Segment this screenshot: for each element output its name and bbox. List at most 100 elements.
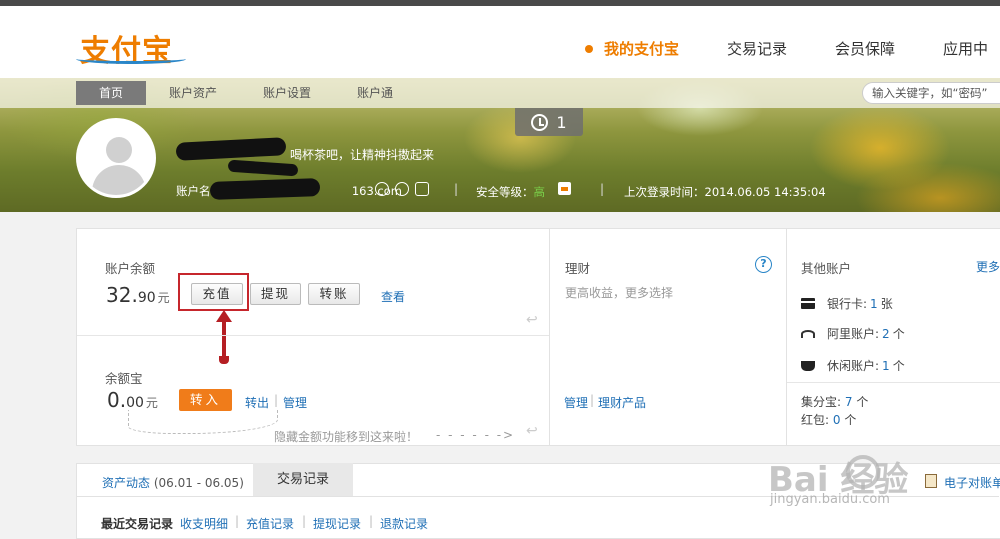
subnav-account-link[interactable]: 账户通 bbox=[348, 81, 402, 105]
ali-account-icon bbox=[801, 329, 815, 338]
jifenbao-row[interactable]: 集分宝: 7 个 bbox=[801, 393, 868, 410]
balance-unit: 元 bbox=[157, 291, 170, 305]
leisure-account-row[interactable]: 休闲账户: 1 个 bbox=[801, 357, 905, 374]
baidu-paw-icon bbox=[846, 455, 880, 489]
transfer-out-link[interactable]: 转出 bbox=[245, 394, 269, 411]
view-link[interactable]: 查看 bbox=[381, 288, 405, 305]
sub-nav: 首页 账户资产 账户设置 账户通 输入关键字，如“密码” bbox=[0, 78, 1000, 108]
bank-card-icon bbox=[801, 298, 815, 309]
nav-member-protection[interactable]: 会员保障 bbox=[835, 38, 895, 59]
redaction-scribble bbox=[227, 159, 299, 177]
date-range: (06.01 - 06.05) bbox=[153, 476, 244, 490]
yuebao-title: 余额宝 bbox=[105, 371, 143, 386]
alipay-logo[interactable]: 支付宝 bbox=[76, 24, 188, 69]
wealth-title: 理财 bbox=[565, 261, 591, 276]
arrow-shaft bbox=[222, 318, 226, 360]
divider: | bbox=[274, 393, 279, 407]
tab-asset-dynamics[interactable]: 资产动态 (06.01 - 06.05) bbox=[102, 474, 244, 491]
bank-count: 1 bbox=[870, 296, 878, 311]
security-shield-icon[interactable] bbox=[558, 182, 571, 195]
divider: | bbox=[369, 514, 374, 528]
transfer-in-button[interactable]: 转入 bbox=[179, 389, 232, 411]
yuebao-int: 0. bbox=[107, 388, 127, 412]
greeting-text: 喝杯茶吧，让精神抖擞起来 bbox=[290, 148, 435, 162]
jifen-count: 7 bbox=[844, 395, 853, 409]
transfer-button[interactable]: 转账 bbox=[308, 283, 360, 305]
search-input[interactable]: 输入关键字，如“密码” bbox=[862, 82, 1000, 104]
nav-label: 我的支付宝 bbox=[604, 40, 680, 58]
return-icon[interactable]: ↩ bbox=[526, 312, 538, 328]
leisure-label: 休闲账户: bbox=[827, 359, 880, 373]
active-dot-icon bbox=[585, 44, 593, 53]
help-icon[interactable]: ? bbox=[755, 256, 772, 273]
panel-divider bbox=[77, 335, 549, 336]
phone-icon[interactable] bbox=[415, 182, 429, 196]
withdraw-button[interactable]: 提现 bbox=[250, 283, 301, 305]
ali-unit: 个 bbox=[892, 327, 905, 341]
certificate-icon[interactable] bbox=[395, 182, 409, 196]
avatar[interactable] bbox=[76, 118, 156, 198]
hongbao-row[interactable]: 红包: 0 个 bbox=[801, 411, 856, 428]
balance-decimal: 90 bbox=[137, 290, 156, 306]
last-login-time: 2014.06.05 14:35:04 bbox=[704, 185, 826, 199]
nav-my-alipay[interactable]: 我的支付宝 bbox=[585, 38, 679, 59]
hide-amount-hint: 隐藏金额功能移到这来啦！ bbox=[274, 430, 419, 444]
identity-icon[interactable] bbox=[375, 182, 389, 196]
yuebao-manage-link[interactable]: 管理 bbox=[283, 394, 307, 411]
divider: | bbox=[454, 182, 459, 196]
account-name-row: 账户名 163.com bbox=[176, 183, 402, 199]
panel-divider bbox=[787, 382, 1000, 383]
main-nav: 我的支付宝 交易记录 会员保障 应用中 bbox=[585, 38, 1000, 59]
highlight-box bbox=[178, 273, 249, 311]
bank-unit: 张 bbox=[880, 297, 893, 311]
avatar-body bbox=[92, 165, 146, 195]
yuebao-unit: 元 bbox=[145, 396, 158, 410]
avatar-head bbox=[106, 137, 132, 163]
balance-int: 32. bbox=[106, 283, 138, 307]
reminder-count: 1 bbox=[556, 112, 567, 132]
leisure-count: 1 bbox=[882, 358, 890, 373]
jifen-label: 集分宝: bbox=[801, 395, 842, 409]
subnav-home[interactable]: 首页 bbox=[76, 81, 146, 105]
watermark-url: jingyan.baidu.com bbox=[770, 492, 890, 507]
ali-label: 阿里账户: bbox=[827, 327, 880, 341]
yuebao-amount: 0.00 元 bbox=[107, 388, 158, 412]
recharge-records-link[interactable]: 充值记录 bbox=[246, 515, 294, 532]
dashed-arrow: - - - - - -> bbox=[436, 428, 516, 442]
subnav-assets[interactable]: 账户资产 bbox=[160, 81, 226, 105]
ali-account-row[interactable]: 阿里账户: 2 个 bbox=[801, 325, 905, 342]
bill-icon bbox=[925, 474, 937, 488]
yuebao-decimal: 00 bbox=[126, 395, 144, 411]
hero-banner: 首页 账户资产 账户设置 账户通 输入关键字，如“密码” 1 喝杯茶吧，让精神抖… bbox=[0, 78, 1000, 212]
hongbao-label: 红包: bbox=[801, 413, 830, 427]
bank-card-row[interactable]: 银行卡: 1 张 bbox=[801, 295, 893, 312]
withdraw-records-link[interactable]: 提现记录 bbox=[313, 515, 361, 532]
reminder-button[interactable]: 1 bbox=[515, 108, 583, 136]
logo-swoosh bbox=[76, 54, 186, 64]
tab-asset-dynamics-label: 资产动态 bbox=[102, 476, 151, 490]
wealth-subtitle: 更高收益，更多选择 bbox=[565, 286, 674, 300]
nav-transactions[interactable]: 交易记录 bbox=[727, 38, 787, 59]
more-link[interactable]: 更多 bbox=[976, 258, 1000, 275]
nav-apps[interactable]: 应用中 bbox=[943, 38, 988, 59]
return-icon[interactable]: ↩ bbox=[526, 423, 538, 439]
subnav-settings[interactable]: 账户设置 bbox=[254, 81, 320, 105]
divider: | bbox=[235, 514, 240, 528]
balance-title: 账户余额 bbox=[105, 261, 156, 276]
redaction-scribble bbox=[175, 137, 287, 161]
bank-label: 银行卡: bbox=[827, 297, 868, 311]
wealth-products-link[interactable]: 理财产品 bbox=[598, 394, 646, 411]
security-level-value: 高 bbox=[533, 185, 546, 199]
ali-count: 2 bbox=[882, 326, 890, 341]
e-statement-link[interactable]: 电子对账单 bbox=[944, 474, 1000, 491]
alarm-clock-icon bbox=[531, 113, 549, 131]
balance-amount: 32.90 元 bbox=[106, 283, 170, 307]
last-login: 上次登录时间：2014.06.05 14:35:04 bbox=[624, 184, 826, 200]
arrow-tail bbox=[219, 356, 229, 364]
wealth-manage-link[interactable]: 管理 bbox=[564, 394, 588, 411]
leisure-unit: 个 bbox=[892, 359, 905, 373]
tab-transaction-records[interactable]: 交易记录 bbox=[253, 463, 353, 497]
income-expense-link[interactable]: 收支明细 bbox=[180, 515, 228, 532]
divider: | bbox=[590, 393, 595, 407]
refund-records-link[interactable]: 退款记录 bbox=[380, 515, 428, 532]
